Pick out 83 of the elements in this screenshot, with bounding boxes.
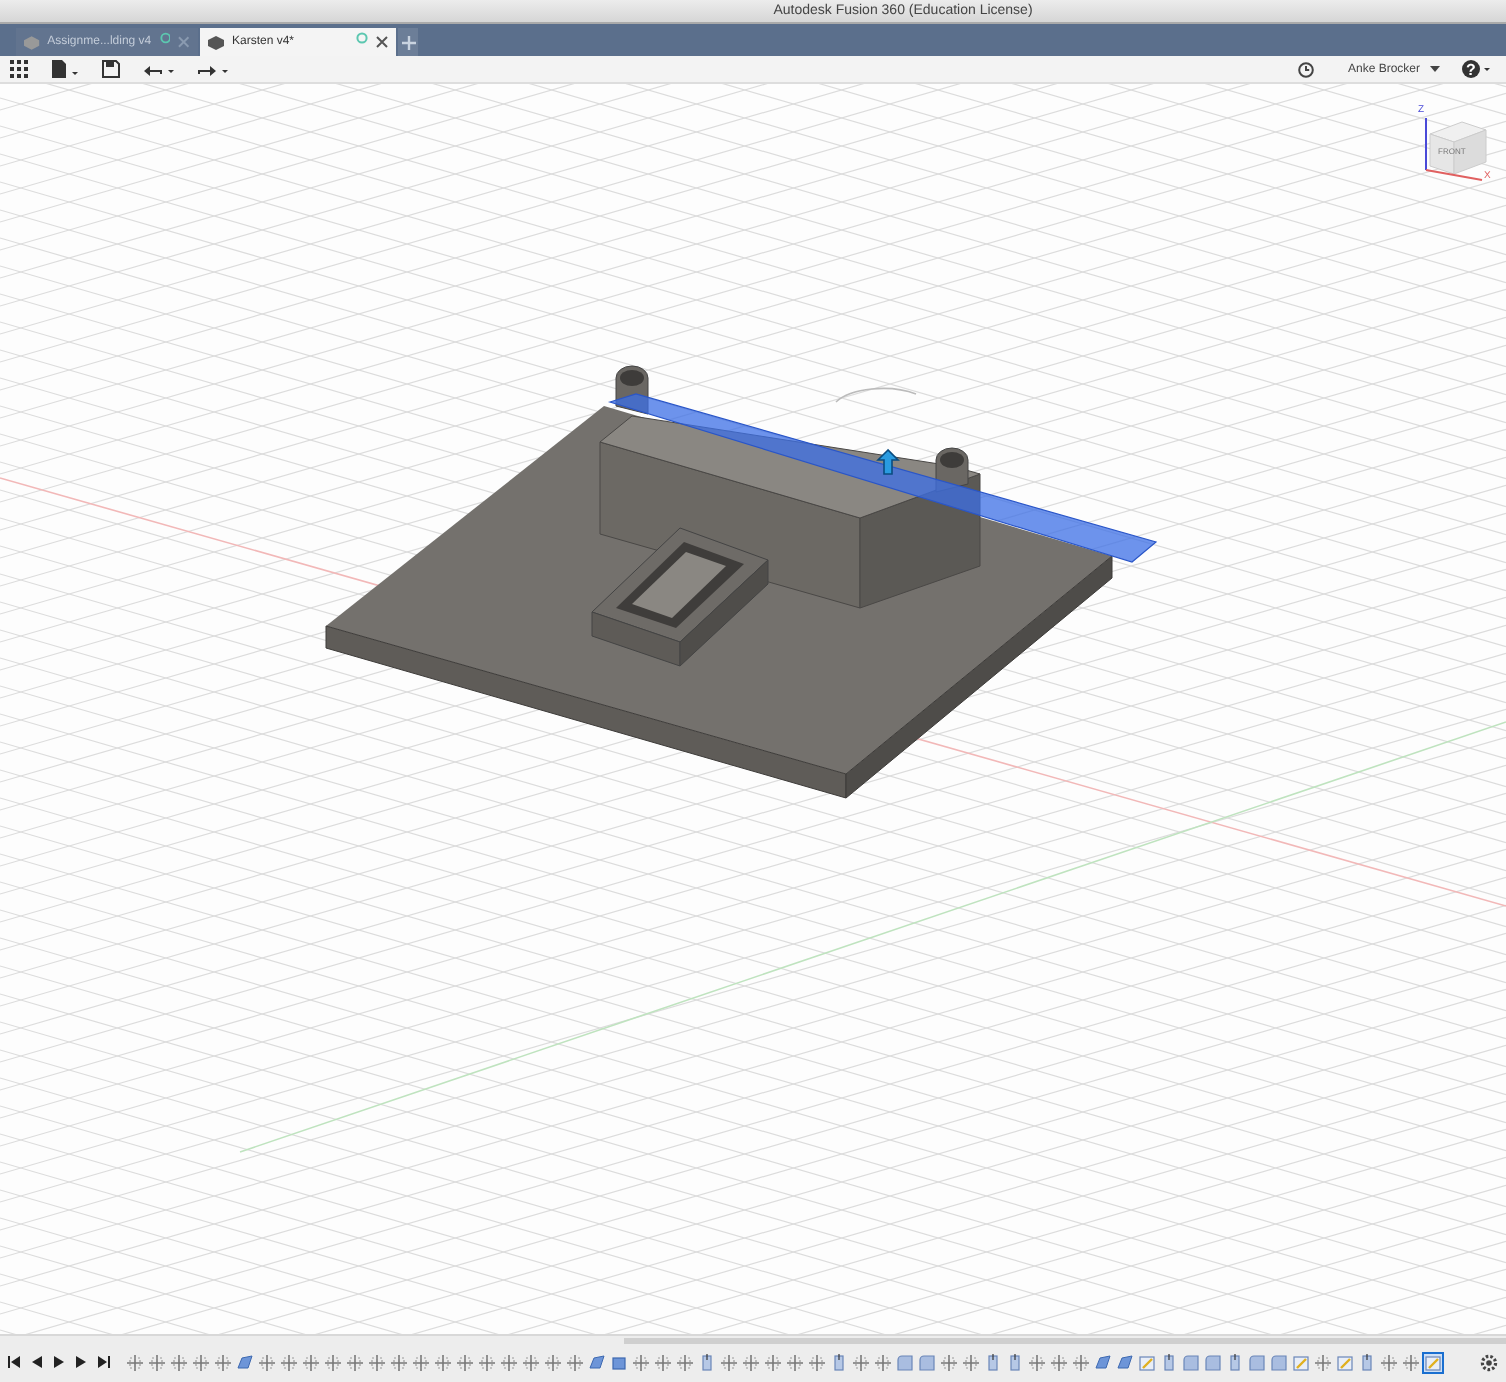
sketch-feature-icon[interactable] <box>390 1353 408 1371</box>
extrude-feature-icon[interactable] <box>698 1353 716 1371</box>
rotate-handle[interactable] <box>835 387 917 403</box>
fillet-feature-icon[interactable] <box>918 1353 936 1371</box>
body-feature-icon[interactable] <box>588 1353 606 1371</box>
sketch-feature-icon[interactable] <box>214 1353 232 1371</box>
sketch-feature-icon[interactable] <box>1380 1353 1398 1371</box>
sketch-feature-icon[interactable] <box>324 1353 342 1371</box>
settings-icon[interactable] <box>1480 1353 1498 1371</box>
sketch-feature-icon[interactable] <box>500 1353 518 1371</box>
sketch-feature-icon[interactable] <box>1050 1353 1068 1371</box>
sketch-feature-icon[interactable] <box>962 1353 980 1371</box>
sketch-feature-icon[interactable] <box>1072 1353 1090 1371</box>
sketch-feature-icon[interactable] <box>852 1353 870 1371</box>
play-icon[interactable] <box>54 1356 64 1368</box>
clock-icon[interactable] <box>1297 61 1314 77</box>
sketch-feature-icon[interactable] <box>632 1353 650 1371</box>
fillet-feature-icon[interactable] <box>1270 1353 1288 1371</box>
status-circle-icon <box>356 31 368 43</box>
sketch-feature-icon[interactable] <box>1314 1353 1332 1371</box>
sketch-feature-icon[interactable] <box>566 1353 584 1371</box>
sketch-feature-icon[interactable] <box>478 1353 496 1371</box>
save-icon[interactable] <box>102 60 120 78</box>
sketch-feature-icon[interactable] <box>170 1353 188 1371</box>
redo-icon[interactable] <box>198 61 228 77</box>
sketch-feature-icon[interactable] <box>192 1353 210 1371</box>
extrude-feature-icon[interactable] <box>1226 1353 1244 1371</box>
fillet-feature-icon[interactable] <box>896 1353 914 1371</box>
body-feature-icon[interactable] <box>236 1353 254 1371</box>
sketch-feature-icon[interactable] <box>654 1353 672 1371</box>
extrude-feature-icon[interactable] <box>1358 1353 1376 1371</box>
edit-feature-icon[interactable] <box>1292 1353 1310 1371</box>
edit-feature-icon[interactable] <box>1424 1353 1442 1371</box>
edit-feature-icon[interactable] <box>1138 1353 1156 1371</box>
sketch-feature-icon[interactable] <box>434 1353 452 1371</box>
sketch-feature-icon[interactable] <box>940 1353 958 1371</box>
sketch-feature-icon[interactable] <box>676 1353 694 1371</box>
sketch-feature-icon[interactable] <box>346 1353 364 1371</box>
file-menu-icon[interactable] <box>52 60 78 78</box>
sketch-feature-icon[interactable] <box>764 1353 782 1371</box>
step-back-icon[interactable] <box>32 1356 42 1368</box>
sketch-feature-icon[interactable] <box>280 1353 298 1371</box>
sketch-feature-icon[interactable] <box>368 1353 386 1371</box>
body-feature-icon[interactable] <box>1094 1353 1112 1371</box>
body-feature-icon[interactable] <box>1116 1353 1134 1371</box>
sketch-feature-icon[interactable] <box>126 1353 144 1371</box>
fillet-feature-icon[interactable] <box>1248 1353 1266 1371</box>
extrude-feature-icon[interactable] <box>1160 1353 1178 1371</box>
box-feature-icon[interactable] <box>610 1353 628 1371</box>
caret-icon[interactable] <box>1430 66 1440 72</box>
sketch-feature-icon[interactable] <box>258 1353 276 1371</box>
extrude-feature-icon[interactable] <box>984 1353 1002 1371</box>
sketch-feature-icon[interactable] <box>874 1353 892 1371</box>
plus-icon[interactable] <box>401 35 415 49</box>
document-icon <box>24 35 40 49</box>
step-forward-icon[interactable] <box>76 1356 86 1368</box>
move-arrow-icon[interactable] <box>876 448 900 475</box>
sketch-feature-icon[interactable] <box>1028 1353 1046 1371</box>
sketch-feature-icon[interactable] <box>544 1353 562 1371</box>
sketch-feature-icon[interactable] <box>720 1353 738 1371</box>
sketch-feature-icon[interactable] <box>742 1353 760 1371</box>
fillet-feature-icon[interactable] <box>1182 1353 1200 1371</box>
undo-icon[interactable] <box>144 61 174 77</box>
sketch-feature-icon[interactable] <box>786 1353 804 1371</box>
extrude-feature-icon[interactable] <box>1006 1353 1024 1371</box>
sketch-feature-icon[interactable] <box>808 1353 826 1371</box>
sketch-feature-icon[interactable] <box>522 1353 540 1371</box>
close-icon[interactable] <box>376 36 388 48</box>
sketch-feature-icon[interactable] <box>412 1353 430 1371</box>
apps-grid-icon[interactable] <box>10 60 28 78</box>
extrude-feature-icon[interactable] <box>830 1353 848 1371</box>
skip-start-icon[interactable] <box>8 1356 20 1368</box>
edit-feature-icon[interactable] <box>1336 1353 1354 1371</box>
sketch-feature-icon[interactable] <box>148 1353 166 1371</box>
sketch-feature-icon[interactable] <box>1402 1353 1420 1371</box>
skip-end-icon[interactable] <box>98 1356 110 1368</box>
status-circle-icon <box>159 31 171 43</box>
sketch-feature-icon[interactable] <box>302 1353 320 1371</box>
fillet-feature-icon[interactable] <box>1204 1353 1222 1371</box>
document-icon <box>208 35 224 49</box>
model-drawing[interactable] <box>325 365 1158 799</box>
sketch-feature-icon[interactable] <box>456 1353 474 1371</box>
new-tab-button[interactable] <box>398 28 418 56</box>
